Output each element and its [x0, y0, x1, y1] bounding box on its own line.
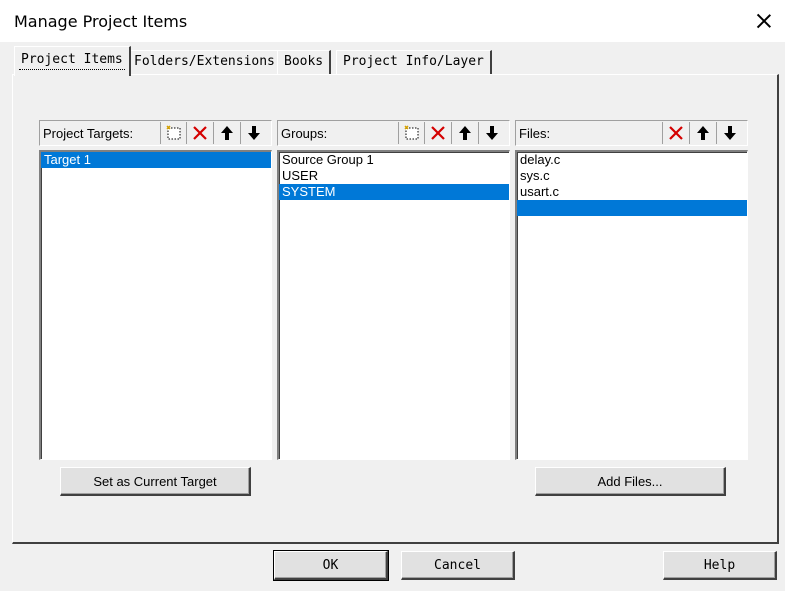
tab-label: Books: [284, 54, 324, 69]
tab-project-items[interactable]: Project Items: [14, 46, 131, 76]
button-label: Cancel: [434, 557, 481, 573]
button-label: OK: [322, 557, 339, 573]
button-label: Help: [703, 557, 736, 573]
tab-label: Project Items: [21, 52, 123, 67]
tab-folders-extensions[interactable]: Folders/Extensions: [127, 50, 283, 74]
tab-label: Project Info/Layer: [343, 54, 484, 69]
window-title: Manage Project Items: [14, 12, 188, 31]
tab-books[interactable]: Books: [277, 50, 332, 74]
tab-panel: [12, 74, 779, 544]
ok-button[interactable]: OK: [273, 550, 389, 581]
tab-label: Folders/Extensions: [134, 54, 275, 69]
cancel-button[interactable]: Cancel: [401, 551, 515, 580]
title-bar: Manage Project Items: [0, 0, 785, 42]
close-icon[interactable]: [756, 13, 772, 29]
tab-project-info-layer[interactable]: Project Info/Layer: [336, 50, 492, 74]
help-button[interactable]: Help: [663, 551, 777, 580]
